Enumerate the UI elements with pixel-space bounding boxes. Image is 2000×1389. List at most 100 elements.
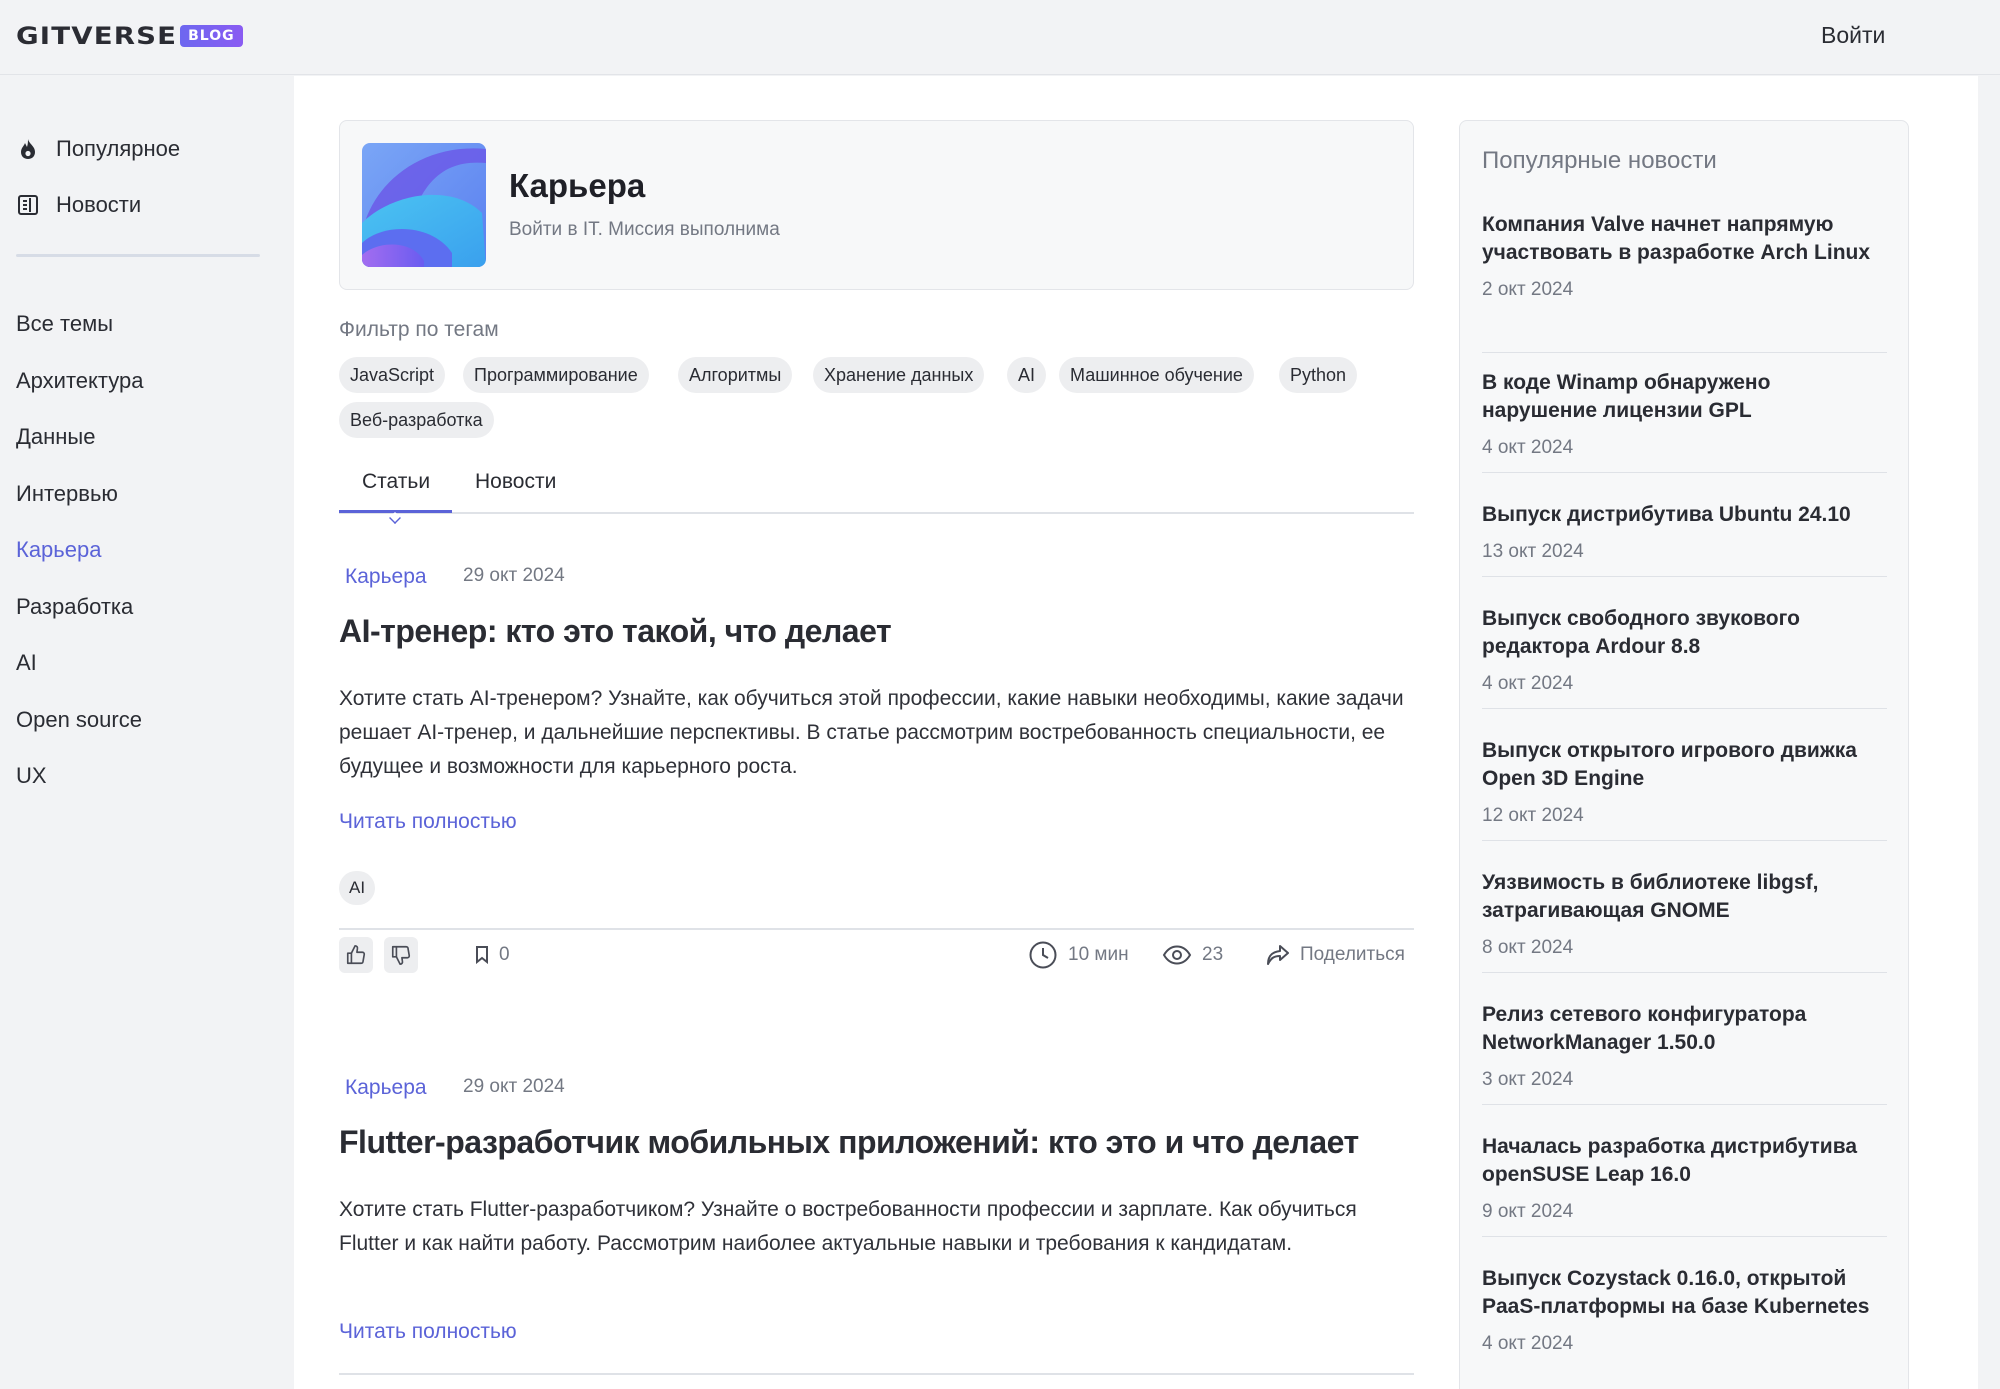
article-card: Карьера 29 окт 2024 AI-тренер: кто это т…	[339, 565, 1414, 985]
news-item-title[interactable]: Уязвимость в библиотеке libgsf, затрагив…	[1482, 869, 1887, 925]
tag-chip[interactable]: Алгоритмы	[678, 357, 793, 393]
login-button[interactable]: Войти	[1821, 22, 1885, 49]
news-item[interactable]: Выпуск открытого игрового движка Open 3D…	[1482, 737, 1887, 841]
tag-chip[interactable]: Программирование	[463, 357, 649, 393]
news-item[interactable]: Выпуск дистрибутива Ubuntu 24.10 13 окт …	[1482, 501, 1887, 577]
news-item-date: 3 окт 2024	[1482, 1069, 1574, 1090]
news-item-date: 8 окт 2024	[1482, 937, 1574, 958]
sidebar-item-open-source[interactable]: Open source	[16, 692, 143, 749]
tag-chip[interactable]: Машинное обучение	[1059, 357, 1254, 393]
tag-filter-label: Фильтр по тегам	[339, 318, 499, 341]
dislike-button[interactable]	[384, 937, 418, 973]
read-more-link[interactable]: Читать полностью	[339, 810, 517, 834]
tag-chip[interactable]: Python	[1279, 357, 1358, 393]
eye-icon	[1162, 945, 1192, 965]
news-item-date: 13 окт 2024	[1482, 541, 1584, 562]
article-date: 29 окт 2024	[463, 565, 565, 586]
newspaper-icon	[16, 193, 40, 217]
share-label: Поделиться	[1300, 944, 1405, 965]
like-button[interactable]	[339, 937, 373, 973]
news-item[interactable]: Компания Valve начнет напрямую участвова…	[1482, 211, 1887, 353]
read-more-link[interactable]: Читать полностью	[339, 1320, 517, 1344]
scroll-gutter	[1978, 76, 2000, 1389]
sidebar-item-news[interactable]: Новости	[16, 177, 180, 233]
tag-chip[interactable]: Хранение данных	[813, 357, 985, 393]
sidebar-item-all-topics[interactable]: Все темы	[16, 296, 143, 353]
top-header: GITVERSE BLOG Войти	[0, 0, 2000, 75]
article-excerpt: Хотите стать AI-тренером? Узнайте, как о…	[339, 687, 1404, 778]
news-item-title[interactable]: Выпуск открытого игрового движка Open 3D…	[1482, 737, 1887, 793]
popular-news-title: Популярные новости	[1482, 147, 1717, 174]
category-title: Карьера	[509, 167, 646, 204]
news-item-title[interactable]: В коде Winamp обнаружено нарушение лицен…	[1482, 369, 1887, 425]
sidebar-divider	[16, 254, 260, 257]
article-tag-chip[interactable]: AI	[339, 871, 376, 905]
sidebar-item-label: Популярное	[56, 136, 181, 161]
sidebar-primary-nav: Популярное Новости	[16, 121, 180, 233]
left-sidebar: Популярное Новости Все темы Архитектура …	[0, 76, 294, 1389]
article-divider	[339, 928, 1414, 930]
sidebar-item-development[interactable]: Разработка	[16, 579, 143, 636]
news-item[interactable]: Уязвимость в библиотеке libgsf, затрагив…	[1482, 869, 1887, 973]
news-item-title[interactable]: Началась разработка дистрибутива openSUS…	[1482, 1133, 1887, 1189]
category-header-card: Карьера Войти в IT. Миссия выполнима	[339, 120, 1414, 290]
bookmark-count: 0	[499, 944, 510, 965]
article-title[interactable]: Flutter-разработчик мобильных приложений…	[339, 1124, 1359, 1161]
news-item[interactable]: Выпуск свободного звукового редактора Ar…	[1482, 605, 1887, 709]
article-category-link[interactable]: Карьера	[345, 1076, 427, 1100]
sidebar-item-popular[interactable]: Популярное	[16, 121, 180, 177]
logo-wordmark: GITVERSE	[16, 22, 178, 50]
clock-icon	[1029, 941, 1057, 969]
sidebar-topics: Все темы Архитектура Данные Интервью Кар…	[16, 296, 143, 805]
thumbs-down-icon	[391, 945, 411, 965]
article-excerpt: Хотите стать Flutter-разработчиком? Узна…	[339, 1198, 1357, 1255]
news-item[interactable]: Выпуск Cozystack 0.16.0, открытой PaaS-п…	[1482, 1265, 1887, 1389]
sidebar-item-data[interactable]: Данные	[16, 409, 143, 466]
news-item-title[interactable]: Компания Valve начнет напрямую участвова…	[1482, 211, 1887, 267]
sidebar-item-label: Новости	[56, 192, 142, 217]
bookmark-button[interactable]: 0	[475, 937, 510, 973]
popular-news-panel: Популярные новости Компания Valve начнет…	[1459, 120, 1909, 1389]
article-actions-bar: 0 10 мин 23 Поделиться	[339, 937, 1414, 979]
article-title[interactable]: AI-тренер: кто это такой, что делает	[339, 613, 892, 650]
tag-chip[interactable]: AI	[1007, 357, 1047, 393]
news-item[interactable]: В коде Winamp обнаружено нарушение лицен…	[1482, 369, 1887, 473]
article-date: 29 окт 2024	[463, 1076, 565, 1097]
sidebar-item-ux[interactable]: UX	[16, 748, 143, 805]
news-item-title[interactable]: Выпуск дистрибутива Ubuntu 24.10	[1482, 501, 1887, 529]
view-count: 23	[1162, 937, 1223, 973]
news-item[interactable]: Началась разработка дистрибутива openSUS…	[1482, 1133, 1887, 1237]
thumbs-up-icon	[346, 945, 366, 965]
tag-chip[interactable]: JavaScript	[339, 357, 446, 393]
gitverse-blog-logo[interactable]: GITVERSE BLOG	[16, 22, 243, 50]
news-item-title[interactable]: Выпуск Cozystack 0.16.0, открытой PaaS-п…	[1482, 1265, 1887, 1321]
content-tabs: Статьи Новости	[339, 462, 1414, 524]
news-item-date: 2 окт 2024	[1482, 279, 1574, 300]
share-icon	[1267, 945, 1289, 965]
share-button[interactable]: Поделиться	[1266, 937, 1405, 973]
tab-news[interactable]: Новости	[475, 470, 556, 494]
news-item[interactable]: Релиз сетевого конфигуратора NetworkMana…	[1482, 1001, 1887, 1105]
read-time-value: 10 мин	[1068, 944, 1129, 965]
news-item-date: 4 окт 2024	[1482, 1333, 1574, 1354]
sidebar-item-career[interactable]: Карьера	[16, 522, 143, 579]
news-item-title[interactable]: Выпуск свободного звукового редактора Ar…	[1482, 605, 1887, 661]
sidebar-item-architecture[interactable]: Архитектура	[16, 353, 143, 410]
sidebar-item-interview[interactable]: Интервью	[16, 466, 143, 523]
tag-chip[interactable]: Веб-разработка	[339, 402, 494, 438]
news-item-title[interactable]: Релиз сетевого конфигуратора NetworkMana…	[1482, 1001, 1887, 1057]
news-item-date: 9 окт 2024	[1482, 1201, 1574, 1222]
news-item-date: 12 окт 2024	[1482, 805, 1584, 826]
tab-articles[interactable]: Статьи	[362, 470, 430, 494]
sidebar-item-ai[interactable]: AI	[16, 635, 143, 692]
category-cover-image	[362, 143, 486, 267]
article-category-link[interactable]: Карьера	[345, 565, 427, 589]
news-item-date: 4 окт 2024	[1482, 673, 1574, 694]
news-item-date: 4 окт 2024	[1482, 437, 1574, 458]
bookmark-icon	[476, 946, 488, 964]
fire-icon	[16, 137, 40, 161]
article-divider	[339, 1373, 1414, 1375]
category-subtitle: Войти в IT. Миссия выполнима	[509, 219, 780, 240]
logo-blog-badge: BLOG	[180, 25, 243, 47]
article-card: Карьера 29 окт 2024 Flutter-разработчик …	[339, 1076, 1414, 1389]
